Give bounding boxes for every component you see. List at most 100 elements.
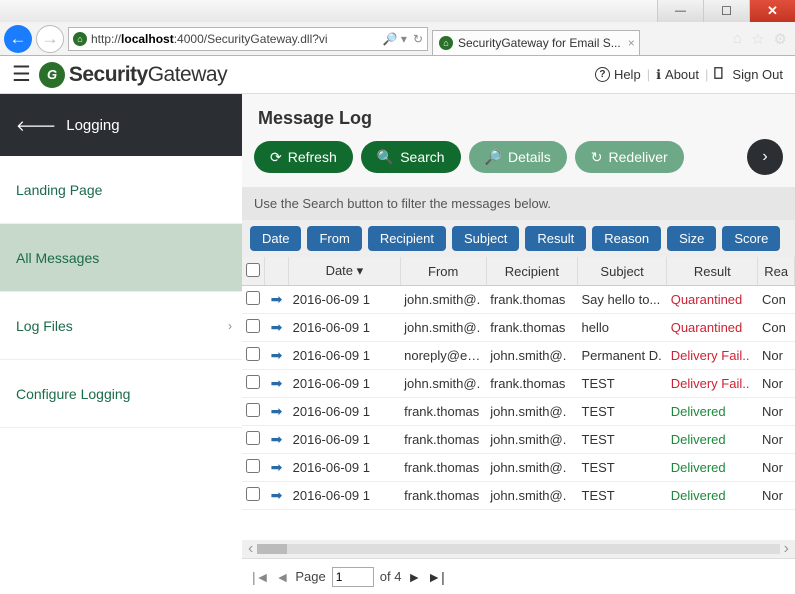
date-column[interactable]: Date ▾	[289, 257, 401, 286]
row-checkbox[interactable]	[242, 342, 264, 370]
table-row[interactable]: ➡2016-06-09 1john.smith@.frank.thomashel…	[242, 314, 795, 342]
cell-recipient: john.smith@.	[486, 342, 577, 370]
subject-column[interactable]: Subject	[578, 257, 667, 286]
help-link[interactable]: ?Help	[595, 67, 641, 82]
refresh-icon[interactable]: ↻	[413, 32, 423, 46]
scroll-right-icon[interactable]: ›	[784, 540, 789, 558]
close-window-button[interactable]	[749, 0, 795, 22]
details-button[interactable]: 🔎Details	[469, 141, 567, 173]
hamburger-icon[interactable]: ☰	[12, 64, 31, 85]
scroll-left-icon[interactable]: ‹	[248, 540, 253, 558]
search-dropdown-icon[interactable]: 🔎 ▾	[383, 32, 407, 46]
search-button[interactable]: 🔍Search	[361, 141, 461, 173]
direction-column[interactable]	[264, 257, 288, 286]
sign-out-icon	[714, 66, 728, 83]
cell-date: 2016-06-09 1	[289, 454, 401, 482]
chevron-right-circle-icon: ›	[762, 148, 767, 166]
window-controls	[0, 0, 795, 22]
cell-subject: Say hello to...	[578, 286, 667, 314]
sidebar-header-label: Logging	[66, 117, 119, 134]
first-page-button[interactable]: |◄	[252, 569, 270, 585]
cell-subject: hello	[578, 314, 667, 342]
from-column[interactable]: From	[400, 257, 486, 286]
scroll-thumb[interactable]	[257, 544, 287, 554]
forward-button[interactable]: →	[36, 25, 64, 53]
scroll-track[interactable]	[257, 544, 779, 554]
sign-out-link[interactable]: Sign Out	[714, 66, 783, 83]
info-icon: ℹ	[656, 67, 661, 83]
row-checkbox[interactable]	[242, 454, 264, 482]
row-checkbox[interactable]	[242, 370, 264, 398]
favicon-icon: ⌂	[73, 32, 87, 46]
cell-from: john.smith@.	[400, 314, 486, 342]
row-checkbox[interactable]	[242, 426, 264, 454]
next-page-button[interactable]: ►	[407, 569, 421, 585]
filter-reason-button[interactable]: Reason	[592, 226, 661, 251]
paging-bar: |◄ ◄ Page of 4 ► ►|	[242, 558, 795, 594]
back-button[interactable]: ←	[4, 25, 32, 53]
filter-subject-button[interactable]: Subject	[452, 226, 519, 251]
filter-recipient-button[interactable]: Recipient	[368, 226, 446, 251]
browser-toolbar: ← → ⌂ http://localhost:4000/SecurityGate…	[0, 22, 795, 56]
settings-gear-icon[interactable]: ⚙	[774, 30, 787, 48]
row-checkbox[interactable]	[242, 314, 264, 342]
home-icon[interactable]: ⌂	[733, 30, 742, 48]
row-checkbox[interactable]	[242, 482, 264, 510]
prev-page-button[interactable]: ◄	[276, 569, 290, 585]
direction-arrow-icon: ➡	[264, 398, 288, 426]
cell-reason: Nor	[758, 398, 795, 426]
cell-reason: Nor	[758, 370, 795, 398]
table-row[interactable]: ➡2016-06-09 1frank.thomasjohn.smith@.TES…	[242, 454, 795, 482]
tab-favicon-icon: ⌂	[439, 36, 453, 50]
sidebar-item-label: Landing Page	[16, 182, 102, 198]
sidebar-item-all-messages[interactable]: All Messages	[0, 224, 242, 292]
sidebar-header[interactable]: 🡐 Logging	[0, 94, 242, 156]
table-row[interactable]: ➡2016-06-09 1john.smith@.frank.thomasSay…	[242, 286, 795, 314]
address-bar[interactable]: ⌂ http://localhost:4000/SecurityGateway.…	[68, 27, 428, 51]
cell-result: Quarantined	[667, 286, 758, 314]
page-total: of 4	[380, 569, 402, 584]
browser-tab[interactable]: ⌂ SecurityGateway for Email S... ×	[432, 30, 640, 56]
sidebar-item-log-files[interactable]: Log Files ›	[0, 292, 242, 360]
cell-subject: TEST	[578, 426, 667, 454]
maximize-button[interactable]	[703, 0, 749, 22]
last-page-button[interactable]: ►|	[427, 569, 445, 585]
cell-date: 2016-06-09 1	[289, 370, 401, 398]
table-row[interactable]: ➡2016-06-09 1john.smith@.frank.thomasTES…	[242, 370, 795, 398]
filter-date-button[interactable]: Date	[250, 226, 301, 251]
select-all-checkbox[interactable]	[242, 257, 264, 286]
result-column[interactable]: Result	[667, 257, 758, 286]
recipient-column[interactable]: Recipient	[486, 257, 577, 286]
page-input[interactable]	[332, 567, 374, 587]
minimize-button[interactable]	[657, 0, 703, 22]
help-icon: ?	[595, 67, 610, 82]
tab-close-icon[interactable]: ×	[628, 36, 635, 50]
table-row[interactable]: ➡2016-06-09 1frank.thomasjohn.smith@.TES…	[242, 398, 795, 426]
cell-recipient: john.smith@.	[486, 482, 577, 510]
about-link[interactable]: ℹAbout	[656, 67, 699, 83]
cell-result: Delivered	[667, 454, 758, 482]
filter-size-button[interactable]: Size	[667, 226, 716, 251]
refresh-button[interactable]: ⟳Refresh	[254, 141, 353, 173]
filter-from-button[interactable]: From	[307, 226, 361, 251]
row-checkbox[interactable]	[242, 286, 264, 314]
hint-text: Use the Search button to filter the mess…	[242, 187, 795, 220]
table-row[interactable]: ➡2016-06-09 1frank.thomasjohn.smith@.TES…	[242, 482, 795, 510]
cell-recipient: frank.thomas	[486, 370, 577, 398]
sidebar-item-landing-page[interactable]: Landing Page	[0, 156, 242, 224]
sidebar-item-configure-logging[interactable]: Configure Logging	[0, 360, 242, 428]
filter-result-button[interactable]: Result	[525, 226, 586, 251]
more-button[interactable]: ›	[747, 139, 783, 175]
table-row[interactable]: ➡2016-06-09 1noreply@exa.john.smith@.Per…	[242, 342, 795, 370]
cell-result: Delivered	[667, 426, 758, 454]
brand-badge-icon: G	[39, 62, 65, 88]
row-checkbox[interactable]	[242, 398, 264, 426]
filter-score-button[interactable]: Score	[722, 226, 780, 251]
favorites-icon[interactable]: ☆	[751, 30, 764, 48]
table-row[interactable]: ➡2016-06-09 1frank.thomasjohn.smith@.TES…	[242, 426, 795, 454]
cell-subject: TEST	[578, 398, 667, 426]
horizontal-scrollbar[interactable]: ‹ ›	[242, 540, 795, 558]
redeliver-button[interactable]: ↻Redeliver	[575, 141, 684, 173]
reason-column[interactable]: Rea	[758, 257, 795, 286]
filter-row: DateFrom RecipientSubjectResultReasonSize…	[242, 220, 795, 257]
